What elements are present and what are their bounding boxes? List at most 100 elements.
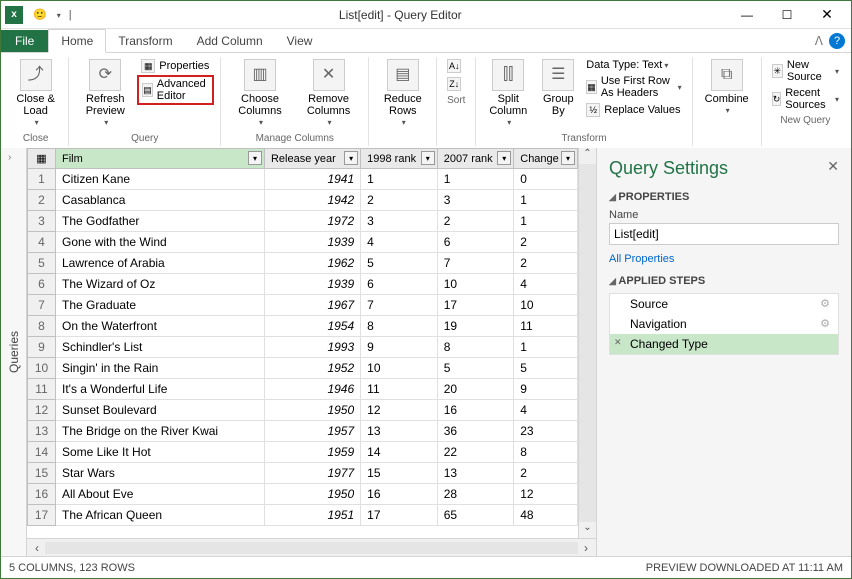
table-row[interactable]: 10 Singin' in the Rain 1952 10 5 5	[28, 358, 578, 379]
row-number[interactable]: 2	[28, 190, 56, 211]
table-row[interactable]: 17 The African Queen 1951 17 65 48	[28, 505, 578, 526]
cell-film[interactable]: Star Wars	[56, 463, 265, 484]
group-by-button[interactable]: ☰Group By	[536, 57, 580, 119]
cell-2007[interactable]: 1	[437, 169, 514, 190]
refresh-preview-button[interactable]: ⟳Refresh Preview	[75, 57, 135, 131]
cell-2007[interactable]: 13	[437, 463, 514, 484]
cell-1998[interactable]: 14	[361, 442, 438, 463]
cell-2007[interactable]: 17	[437, 295, 514, 316]
cell-film[interactable]: Citizen Kane	[56, 169, 265, 190]
cell-1998[interactable]: 8	[361, 316, 438, 337]
cell-film[interactable]: The Godfather	[56, 211, 265, 232]
table-row[interactable]: 4 Gone with the Wind 1939 4 6 2	[28, 232, 578, 253]
table-row[interactable]: 9 Schindler's List 1993 9 8 1	[28, 337, 578, 358]
cell-1998[interactable]: 9	[361, 337, 438, 358]
applied-step[interactable]: Navigation⚙	[610, 314, 838, 334]
row-number[interactable]: 8	[28, 316, 56, 337]
choose-columns-button[interactable]: ▥Choose Columns	[227, 57, 293, 131]
cell-1998[interactable]: 10	[361, 358, 438, 379]
cell-change[interactable]: 0	[514, 169, 578, 190]
table-row[interactable]: 1 Citizen Kane 1941 1 1 0	[28, 169, 578, 190]
filter-icon[interactable]: ▾	[421, 151, 435, 165]
cell-2007[interactable]: 65	[437, 505, 514, 526]
cell-year[interactable]: 1951	[264, 505, 360, 526]
scroll-right-icon[interactable]: ›	[578, 541, 594, 555]
row-number[interactable]: 13	[28, 421, 56, 442]
new-source-button[interactable]: ✳New Source	[768, 57, 843, 85]
data-type-button[interactable]: Data Type: Text	[582, 57, 685, 73]
row-number[interactable]: 12	[28, 400, 56, 421]
cell-2007[interactable]: 10	[437, 274, 514, 295]
cell-year[interactable]: 1962	[264, 253, 360, 274]
cell-year[interactable]: 1942	[264, 190, 360, 211]
cell-1998[interactable]: 3	[361, 211, 438, 232]
cell-2007[interactable]: 36	[437, 421, 514, 442]
cell-change[interactable]: 5	[514, 358, 578, 379]
cell-year[interactable]: 1954	[264, 316, 360, 337]
cell-1998[interactable]: 4	[361, 232, 438, 253]
applied-step[interactable]: Source⚙	[610, 294, 838, 314]
cell-film[interactable]: All About Eve	[56, 484, 265, 505]
column-header[interactable]: 2007 rank▾	[437, 149, 514, 169]
all-properties-link[interactable]: All Properties	[609, 253, 839, 265]
cell-2007[interactable]: 19	[437, 316, 514, 337]
table-row[interactable]: 3 The Godfather 1972 3 2 1	[28, 211, 578, 232]
query-name-input[interactable]	[609, 223, 839, 245]
cell-change[interactable]: 8	[514, 442, 578, 463]
cell-film[interactable]: The Wizard of Oz	[56, 274, 265, 295]
applied-step[interactable]: Changed Type	[610, 334, 838, 354]
row-number[interactable]: 6	[28, 274, 56, 295]
scroll-up-icon[interactable]: ⌃	[579, 148, 596, 164]
smiley-icon[interactable]: 🙂	[31, 8, 49, 21]
home-tab[interactable]: Home	[48, 29, 106, 53]
select-all-corner[interactable]: ▦	[28, 149, 56, 169]
cell-year[interactable]: 1967	[264, 295, 360, 316]
vertical-scrollbar[interactable]: ⌃ ⌄	[578, 148, 596, 538]
cell-film[interactable]: Some Like It Hot	[56, 442, 265, 463]
row-number[interactable]: 15	[28, 463, 56, 484]
file-tab[interactable]: File	[1, 30, 48, 52]
applied-steps-header[interactable]: APPLIED STEPS	[609, 275, 839, 287]
cell-2007[interactable]: 7	[437, 253, 514, 274]
cell-1998[interactable]: 16	[361, 484, 438, 505]
first-row-headers-button[interactable]: ▦Use First Row As Headers	[582, 73, 685, 101]
cell-film[interactable]: Casablanca	[56, 190, 265, 211]
row-number[interactable]: 3	[28, 211, 56, 232]
cell-year[interactable]: 1950	[264, 484, 360, 505]
table-row[interactable]: 5 Lawrence of Arabia 1962 5 7 2	[28, 253, 578, 274]
column-header[interactable]: Release year▾	[264, 149, 360, 169]
cell-change[interactable]: 2	[514, 232, 578, 253]
cell-film[interactable]: Schindler's List	[56, 337, 265, 358]
collapse-ribbon[interactable]: ᐱ	[809, 34, 829, 48]
row-number[interactable]: 14	[28, 442, 56, 463]
gear-icon[interactable]: ⚙	[820, 317, 830, 330]
filter-icon[interactable]: ▾	[344, 151, 358, 165]
properties-header[interactable]: PROPERTIES	[609, 191, 839, 203]
cell-year[interactable]: 1957	[264, 421, 360, 442]
cell-year[interactable]: 1959	[264, 442, 360, 463]
sort-desc-button[interactable]: Z↓	[443, 75, 469, 93]
cell-change[interactable]: 10	[514, 295, 578, 316]
cell-change[interactable]: 11	[514, 316, 578, 337]
cell-2007[interactable]: 8	[437, 337, 514, 358]
cell-2007[interactable]: 22	[437, 442, 514, 463]
maximize-button[interactable]: ☐	[767, 3, 807, 27]
cell-1998[interactable]: 12	[361, 400, 438, 421]
row-number[interactable]: 10	[28, 358, 56, 379]
cell-2007[interactable]: 20	[437, 379, 514, 400]
gear-icon[interactable]: ⚙	[820, 297, 830, 310]
cell-change[interactable]: 12	[514, 484, 578, 505]
row-number[interactable]: 1	[28, 169, 56, 190]
cell-year[interactable]: 1939	[264, 232, 360, 253]
cell-2007[interactable]: 3	[437, 190, 514, 211]
cell-change[interactable]: 2	[514, 463, 578, 484]
add-column-tab[interactable]: Add Column	[185, 30, 275, 52]
remove-columns-button[interactable]: ✕Remove Columns	[295, 57, 363, 131]
cell-1998[interactable]: 15	[361, 463, 438, 484]
table-row[interactable]: 14 Some Like It Hot 1959 14 22 8	[28, 442, 578, 463]
cell-1998[interactable]: 2	[361, 190, 438, 211]
column-header[interactable]: Film▾	[56, 149, 265, 169]
cell-film[interactable]: Lawrence of Arabia	[56, 253, 265, 274]
cell-change[interactable]: 4	[514, 400, 578, 421]
row-number[interactable]: 7	[28, 295, 56, 316]
